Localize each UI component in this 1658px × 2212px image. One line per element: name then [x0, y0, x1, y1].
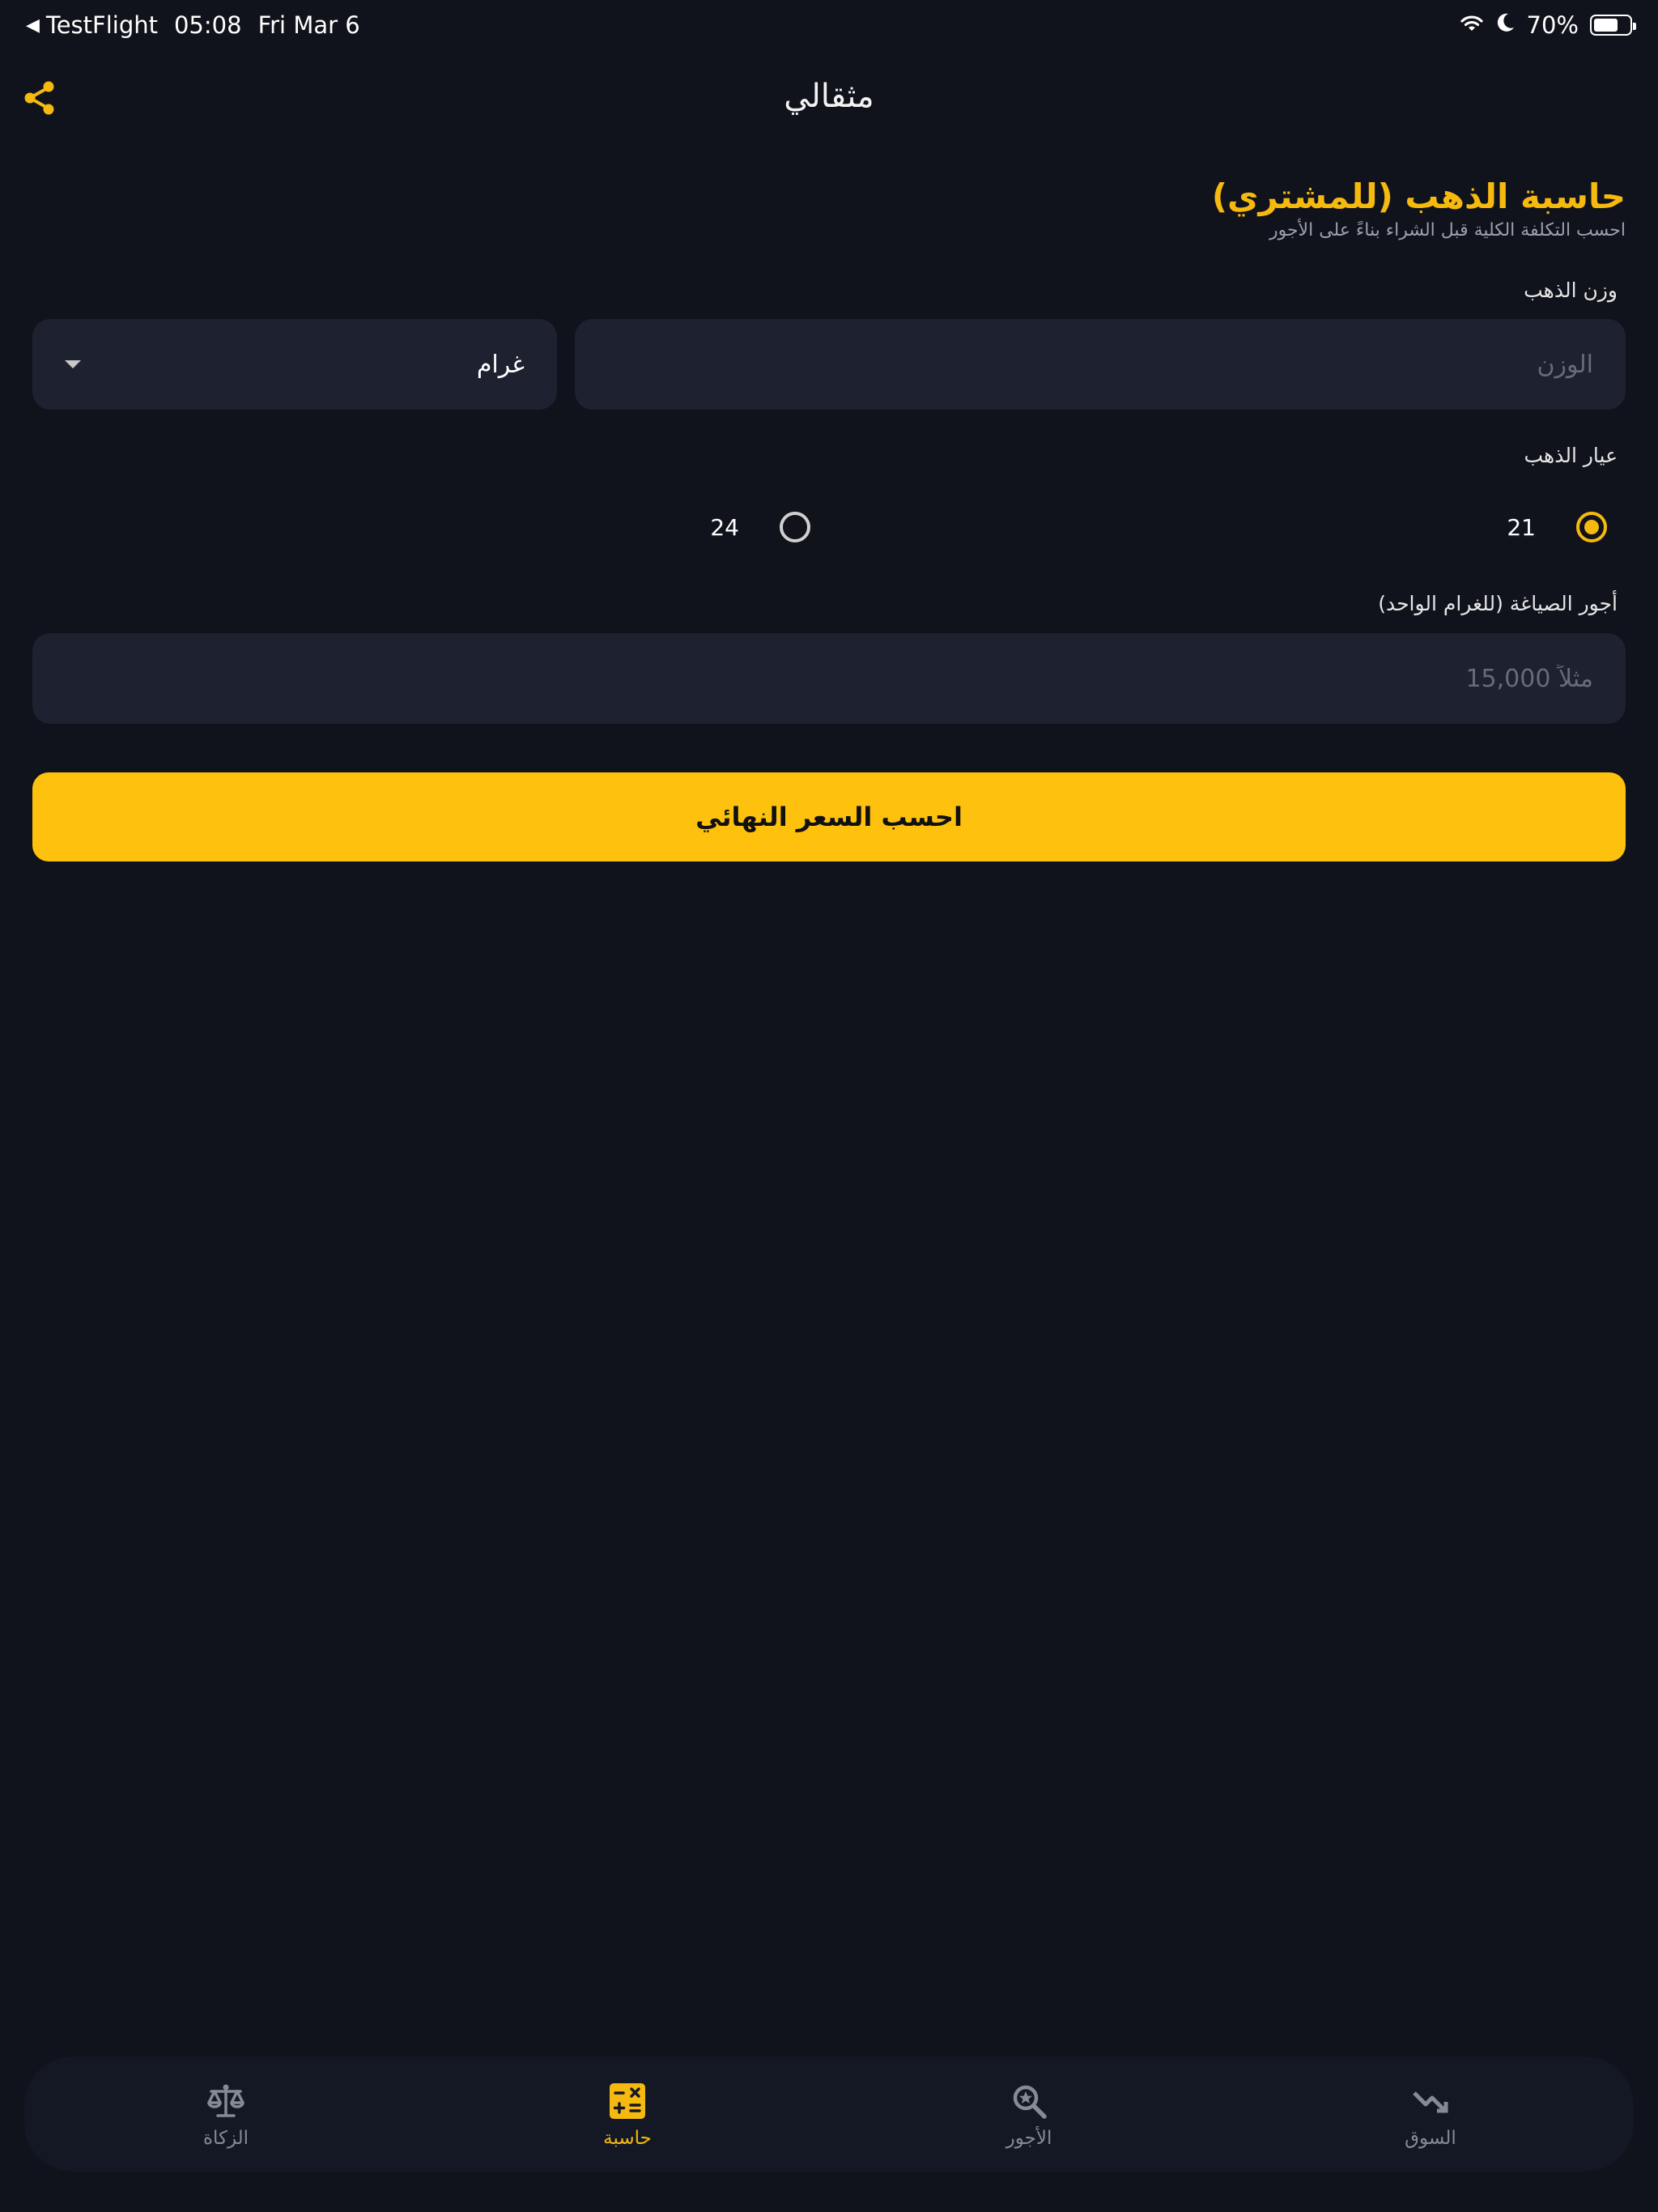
scale-icon	[207, 2084, 244, 2117]
fee-input[interactable]	[32, 633, 1626, 724]
battery-percent: 70%	[1526, 11, 1579, 39]
trend-down-icon	[1413, 2091, 1448, 2113]
back-app-label[interactable]: TestFlight	[46, 11, 158, 39]
fee-label: أجور الصياغة (للغرام الواحد)	[1378, 592, 1618, 615]
karat-label: عيار الذهب	[1524, 444, 1618, 467]
karat-option-24[interactable]: 24	[710, 512, 810, 542]
calculator-icon	[610, 2083, 645, 2119]
karat-option-21[interactable]: 21	[1507, 512, 1607, 542]
unit-selected-value: غرام	[476, 350, 525, 379]
radio-selected-icon[interactable]	[1576, 512, 1607, 542]
unit-dropdown[interactable]: غرام	[32, 319, 557, 410]
karat-option-label: 24	[710, 513, 739, 541]
bottom-tab-bar: السوق الأجور حاسبة الزكاة	[24, 2057, 1634, 2172]
status-bar: ◀ TestFlight 05:08 Fri Mar 6 70%	[0, 0, 1658, 52]
karat-option-label: 21	[1507, 513, 1536, 541]
tab-label: السوق	[1405, 2128, 1456, 2149]
nav-bar: مثقالي	[0, 65, 1658, 130]
tab-label: حاسبة	[603, 2128, 652, 2149]
radio-unselected-icon[interactable]	[780, 512, 810, 542]
wifi-icon	[1459, 11, 1485, 39]
tab-label: الزكاة	[202, 2128, 249, 2149]
tab-zakat[interactable]: الزكاة	[161, 2079, 291, 2149]
app-screen: ◀ TestFlight 05:08 Fri Mar 6 70% مثقالي …	[0, 0, 1658, 2212]
tab-fees[interactable]: الأجور	[964, 2079, 1094, 2149]
back-arrow-icon[interactable]: ◀	[26, 15, 40, 36]
chevron-down-icon	[65, 360, 81, 368]
weight-label: وزن الذهب	[1524, 279, 1618, 302]
tab-market[interactable]: السوق	[1366, 2079, 1495, 2149]
calculate-button[interactable]: احسب السعر النهائي	[32, 772, 1626, 861]
tab-calculator[interactable]: حاسبة	[563, 2079, 692, 2149]
fee-field	[32, 633, 1626, 724]
status-time: 05:08	[173, 11, 242, 39]
calculator-subtitle: احسب التكلفة الكلية قبل الشراء بناءً على…	[1269, 220, 1626, 240]
search-star-icon	[1013, 2085, 1047, 2119]
tab-label: الأجور	[1005, 2128, 1052, 2149]
calculator-title: حاسبة الذهب (للمشتري)	[1211, 177, 1626, 216]
status-date: Fri Mar 6	[257, 11, 360, 39]
status-left: ◀ TestFlight 05:08 Fri Mar 6	[26, 11, 360, 39]
battery-icon	[1590, 15, 1636, 36]
page-title: مثقالي	[784, 78, 874, 115]
weight-input[interactable]	[575, 319, 1626, 410]
weight-field	[575, 319, 1626, 410]
status-right: 70%	[1459, 11, 1636, 39]
moon-icon	[1496, 11, 1516, 39]
